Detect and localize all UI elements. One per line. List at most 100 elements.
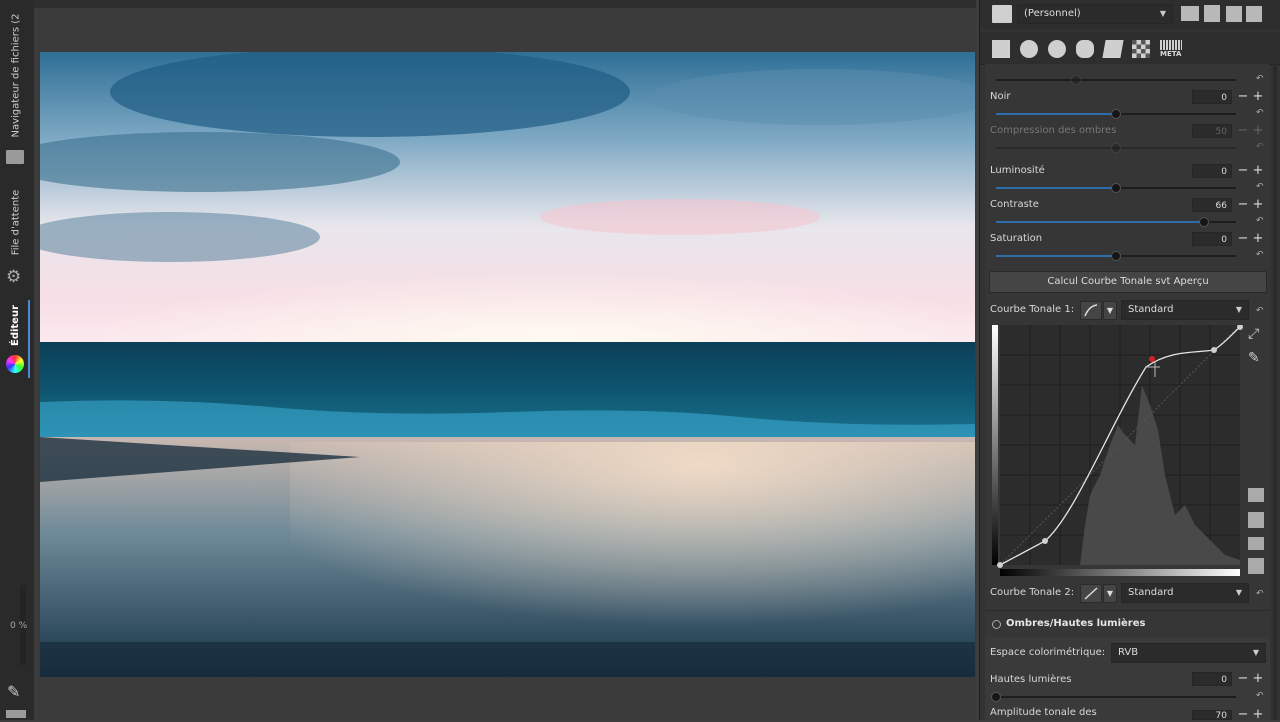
shadow-compression-slider-knob [1111, 143, 1121, 153]
contrast-slider-knob[interactable] [1199, 217, 1209, 227]
copy-profile-icon[interactable] [1226, 6, 1242, 22]
noir-increase-button[interactable]: + [1252, 90, 1264, 104]
transform-icon[interactable] [1102, 40, 1124, 58]
reset-icon[interactable]: ↶ [1256, 589, 1264, 599]
highlights-slider-knob[interactable] [991, 692, 1001, 702]
curve-type-button[interactable] [1080, 584, 1102, 603]
noir-value[interactable]: 0 [1192, 90, 1232, 104]
noir-label: Noir [990, 91, 1011, 102]
tone-curve-editor[interactable] [990, 324, 1244, 577]
panel-scrollbar[interactable] [1273, 64, 1277, 720]
curve-type-dropdown[interactable]: ▼ [1103, 584, 1117, 603]
tone-curve-2-mode-select[interactable]: Standard ▼ [1121, 583, 1249, 603]
saturation-decrease-button[interactable]: − [1237, 232, 1249, 246]
tone-curve-2-mode-value: Standard [1128, 587, 1174, 598]
colorspace-label: Espace colorimétrique: [990, 647, 1106, 658]
edit-node-icon[interactable]: ⤢ [1248, 327, 1259, 341]
noir-slider-fill [996, 113, 1116, 115]
brightness-label: Luminosité [990, 165, 1045, 176]
brightness-increase-button[interactable]: + [1252, 164, 1264, 178]
colorspace-select[interactable]: RVB ▼ [1111, 643, 1266, 663]
curve-icon [1084, 304, 1098, 317]
reset-icon: ↶ [1256, 142, 1264, 152]
eyedropper-icon[interactable]: ✎ [1248, 351, 1260, 365]
contrast-decrease-button[interactable]: − [1237, 198, 1249, 212]
reset-icon[interactable]: ↶ [1256, 182, 1264, 192]
top-toolbar [34, 0, 976, 8]
reset-icon[interactable]: ↶ [1256, 250, 1264, 260]
reset-icon[interactable]: ↶ [1256, 691, 1264, 701]
brightness-slider-knob[interactable] [1111, 183, 1121, 193]
shadow-compression-value: 50 [1192, 124, 1232, 138]
highlights-increase-button[interactable]: + [1252, 672, 1264, 686]
copy-curve-icon[interactable] [1248, 488, 1264, 502]
saturation-value[interactable]: 0 [1192, 232, 1232, 246]
brightness-value[interactable]: 0 [1192, 164, 1232, 178]
history-icon[interactable] [992, 5, 1012, 23]
contrast-label: Contraste [990, 199, 1039, 210]
tool-tabs: META [980, 32, 1280, 65]
auto-tone-curve-button[interactable]: Calcul Courbe Tonale svt Aperçu [989, 271, 1267, 293]
raw-icon[interactable] [1132, 40, 1150, 58]
linear-curve-icon [1084, 587, 1098, 600]
tone-curve-1-mode-value: Standard [1128, 304, 1174, 315]
highlights-decrease-button[interactable]: − [1237, 672, 1249, 686]
gear-icon[interactable]: ⚙ [6, 269, 21, 286]
contrast-increase-button[interactable]: + [1252, 198, 1264, 212]
tone-curve-1-mode-select[interactable]: Standard ▼ [1121, 300, 1249, 320]
profile-select[interactable]: (Personnel) ▼ [1017, 4, 1173, 24]
divider [985, 610, 1270, 611]
chevron-down-icon: ▼ [1252, 648, 1259, 657]
shadows-highlights-title[interactable]: Ombres/Hautes lumières [1006, 618, 1145, 629]
reset-icon[interactable]: ↶ [1256, 306, 1264, 316]
metadata-tab[interactable]: META [1160, 40, 1182, 58]
slider-knob[interactable] [1071, 75, 1081, 85]
brightness-slider-fill [996, 187, 1116, 189]
color-wheel-icon[interactable] [6, 355, 24, 373]
preferences-icon[interactable]: ✎ [7, 684, 20, 700]
curve-type-dropdown[interactable]: ▼ [1103, 301, 1117, 320]
tone-curve-2-label: Courbe Tonale 2: [990, 587, 1075, 598]
noir-slider-knob[interactable] [1111, 109, 1121, 119]
saturation-increase-button[interactable]: + [1252, 232, 1264, 246]
tab-queue-label: File d'attente [10, 189, 22, 256]
noir-decrease-button[interactable]: − [1237, 90, 1249, 104]
detail-icon[interactable] [1020, 40, 1038, 58]
shadow-compression-increase-button: + [1252, 123, 1264, 138]
highlights-value[interactable]: 0 [1192, 672, 1232, 686]
open-curve-icon[interactable] [1248, 537, 1264, 550]
reset-icon[interactable]: ↶ [1256, 108, 1264, 118]
reset-icon[interactable]: ↶ [1256, 74, 1264, 84]
color-icon[interactable] [1048, 40, 1066, 58]
tonal-width-label: Amplitude tonale des [990, 707, 1097, 718]
paste-profile-icon[interactable] [1246, 6, 1262, 22]
brightness-decrease-button[interactable]: − [1237, 164, 1249, 178]
tab-editor[interactable]: Éditeur [4, 300, 28, 350]
chevron-down-icon: ▼ [1235, 305, 1242, 314]
contrast-value[interactable]: 66 [1192, 198, 1232, 212]
tab-queue[interactable]: File d'attente [4, 180, 28, 265]
profile-value: (Personnel) [1024, 8, 1081, 19]
metadata-icon [1160, 40, 1182, 50]
save-curve-icon[interactable] [1248, 558, 1264, 574]
beach-photo [40, 52, 975, 677]
folder-icon[interactable] [6, 150, 24, 164]
save-profile-icon[interactable] [1204, 5, 1220, 22]
highlights-label: Hautes lumières [990, 674, 1072, 685]
advanced-icon[interactable] [1076, 40, 1094, 58]
reset-icon[interactable]: ↶ [1256, 216, 1264, 226]
tone-curve-graph[interactable] [990, 324, 1244, 577]
saturation-label: Saturation [990, 233, 1043, 244]
progress-label: 0 % [10, 621, 28, 631]
window-icon[interactable] [6, 710, 26, 718]
tab-file-browser[interactable]: Navigateur de fichiers (2 [4, 5, 28, 145]
chevron-down-icon: ▼ [1159, 9, 1166, 18]
highlights-slider[interactable] [996, 696, 1236, 698]
exposure-icon[interactable] [992, 40, 1010, 58]
toggle-enable-icon[interactable] [992, 620, 1001, 629]
saturation-slider-knob[interactable] [1111, 251, 1121, 261]
open-profile-icon[interactable] [1181, 6, 1199, 21]
tonal-width-value[interactable]: 70 [1192, 710, 1232, 721]
paste-curve-icon[interactable] [1248, 512, 1264, 528]
curve-type-button[interactable] [1080, 301, 1102, 320]
